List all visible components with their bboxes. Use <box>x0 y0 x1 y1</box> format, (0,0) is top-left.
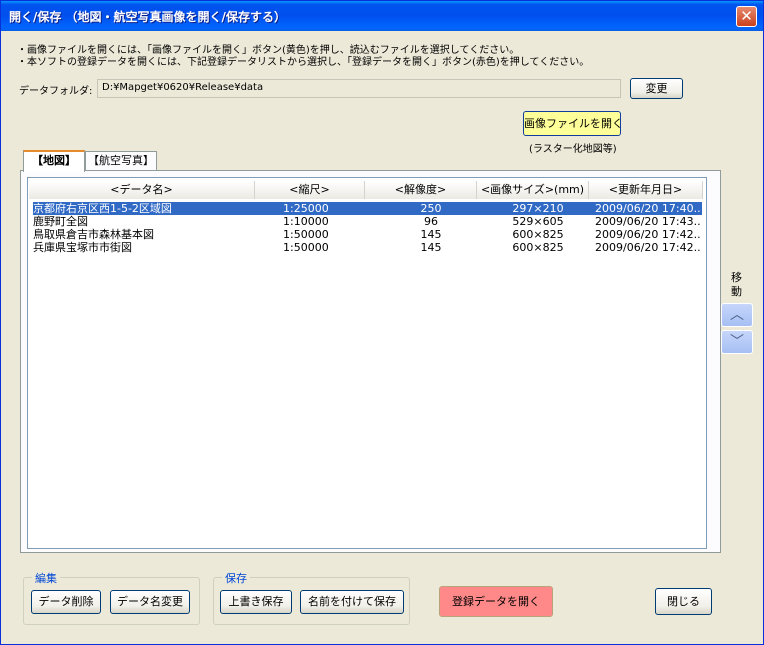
column-header-updated[interactable]: <更新年月日> <box>589 181 703 199</box>
column-header-image-size[interactable]: <画像サイズ>(mm) <box>477 181 589 199</box>
window-title: 開く/保存 （地図・航空写真画像を開く/保存する） <box>9 10 286 24</box>
chevron-down-icon: ﹀ <box>730 334 744 350</box>
cell-image-size: 600×825 <box>512 241 564 254</box>
dialog-window: 開く/保存 （地図・航空写真画像を開く/保存する） ✕ ・画像ファイルを開くには… <box>0 0 764 645</box>
open-image-file-button[interactable]: 画像ファイルを開く <box>523 111 623 136</box>
cell-scale: 1:25000 <box>283 202 329 215</box>
cell-updated: 2009/06/20 17:40... <box>595 202 701 215</box>
cell-updated: 2009/06/20 17:42... <box>595 228 701 241</box>
column-header-resolution[interactable]: <解像度> <box>365 181 477 199</box>
tab-map[interactable]: 【地図】 <box>23 150 85 172</box>
table-row[interactable]: 京都府右京区西1-5-2区域図 1:25000 250 297×210 2009… <box>33 202 702 215</box>
move-down-button[interactable]: ﹀ <box>721 330 753 354</box>
registered-data-list[interactable]: <データ名> <縮尺> <解像度> <画像サイズ>(mm) <更新年月日> 京都… <box>27 177 707 549</box>
change-folder-button[interactable]: 変更 <box>630 78 683 99</box>
close-button[interactable]: 閉じる <box>655 588 712 615</box>
column-header-scale[interactable]: <縮尺> <box>255 181 365 199</box>
cell-image-size: 600×825 <box>512 228 564 241</box>
cell-name: 京都府右京区西1-5-2区域図 <box>33 202 172 215</box>
cell-resolution: 96 <box>424 215 438 228</box>
chevron-up-icon: ︿ <box>730 307 744 323</box>
cell-scale: 1:10000 <box>283 215 329 228</box>
cell-updated: 2009/06/20 17:42... <box>595 241 701 254</box>
open-registered-data-button[interactable]: 登録データを開く <box>439 586 553 617</box>
cell-image-size: 297×210 <box>512 202 564 215</box>
delete-data-button[interactable]: データ削除 <box>31 590 101 614</box>
raster-map-note: (ラスター化地図等) <box>529 144 617 155</box>
data-folder-label: データフォルダ: <box>19 86 93 97</box>
move-up-button[interactable]: ︿ <box>721 303 753 327</box>
cell-resolution: 145 <box>420 228 442 241</box>
column-header-name[interactable]: <データ名> <box>29 181 255 199</box>
cell-resolution: 145 <box>420 241 442 254</box>
close-window-button[interactable]: ✕ <box>736 6 757 27</box>
move-label-2: 動 <box>731 285 742 298</box>
overwrite-save-button[interactable]: 上書き保存 <box>220 590 292 614</box>
cell-name: 鳥取県倉吉市森林基本図 <box>33 228 154 241</box>
cell-scale: 1:50000 <box>283 228 329 241</box>
cell-updated: 2009/06/20 17:43... <box>595 215 701 228</box>
save-as-button[interactable]: 名前を付けて保存 <box>300 590 404 614</box>
cell-image-size: 529×605 <box>512 215 564 228</box>
edit-group-title: 編集 <box>32 570 60 586</box>
cell-name: 鹿野町全図 <box>33 215 88 228</box>
instruction-line-2: ・本ソフトの登録データを開くには、下記登録データリストから選択し、「登録データを… <box>17 57 590 68</box>
cell-name: 兵庫県宝塚市市街図 <box>33 241 132 254</box>
data-folder-field: D:¥Mapget¥0620¥Release¥data <box>97 79 621 98</box>
cell-resolution: 250 <box>420 202 442 215</box>
table-row[interactable]: 兵庫県宝塚市市街図 1:50000 145 600×825 2009/06/20… <box>33 241 702 254</box>
save-group-title: 保存 <box>222 570 250 586</box>
table-row[interactable]: 鹿野町全図 1:10000 96 529×605 2009/06/20 17:4… <box>33 215 702 228</box>
cell-scale: 1:50000 <box>283 241 329 254</box>
rename-data-button[interactable]: データ名変更 <box>110 590 190 614</box>
title-bar[interactable]: 開く/保存 （地図・航空写真画像を開く/保存する） ✕ <box>1 1 763 31</box>
table-row[interactable]: 鳥取県倉吉市森林基本図 1:50000 145 600×825 2009/06/… <box>33 228 702 241</box>
tab-aerial-photo[interactable]: 【航空写真】 <box>85 151 157 171</box>
